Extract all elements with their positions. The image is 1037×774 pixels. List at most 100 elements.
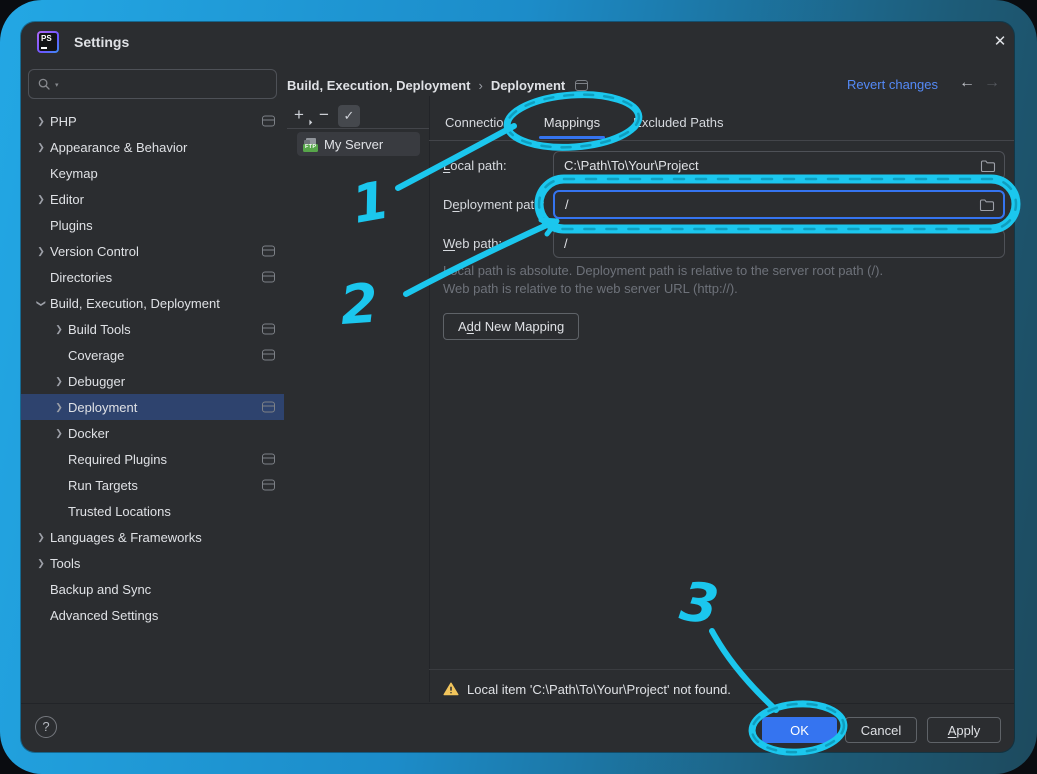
- sidebar-item-label: Advanced Settings: [50, 608, 158, 623]
- sidebar-tree-item[interactable]: ❯ Editor: [21, 186, 284, 212]
- tab-mappings[interactable]: Mappings: [544, 105, 600, 140]
- web-path-label: Web path:: [443, 229, 502, 258]
- sidebar-item-label: Deployment: [68, 400, 137, 415]
- tab-connection[interactable]: Connection: [445, 105, 511, 140]
- sidebar-tree-item[interactable]: Backup and Sync: [21, 576, 284, 602]
- back-arrow-icon[interactable]: ←: [959, 74, 975, 92]
- close-icon[interactable]: ✕: [987, 30, 1013, 54]
- chevron-right-icon[interactable]: ❯: [32, 246, 50, 257]
- sidebar-item-label: Plugins: [50, 218, 93, 233]
- revert-changes-link[interactable]: Revert changes: [847, 77, 938, 92]
- tabrow-separator: [429, 140, 1014, 141]
- local-path-field[interactable]: [553, 151, 1005, 180]
- web-path-input[interactable]: [554, 230, 1004, 257]
- sidebar-item-label: Debugger: [68, 374, 125, 389]
- toolbar-separator: [287, 128, 429, 129]
- sidebar-tree-item[interactable]: ❯ Tools: [21, 550, 284, 576]
- warning-separator: [429, 669, 1014, 670]
- remove-server-button[interactable]: −: [314, 105, 334, 125]
- sidebar-item-label: Run Targets: [68, 478, 138, 493]
- sidebar-item-label: Build, Execution, Deployment: [50, 296, 220, 311]
- sidebar-item-label: Directories: [50, 270, 112, 285]
- screenshot-canvas: PS Settings ✕ ▾ ❯ PHP ❯ Appearance & Beh…: [0, 0, 1037, 774]
- help-icon[interactable]: ?: [35, 716, 57, 738]
- mapping-help-text: Local path is absolute. Deployment path …: [443, 262, 883, 298]
- sidebar-tree-item[interactable]: Directories: [21, 264, 284, 290]
- sidebar-tree-item[interactable]: Run Targets: [21, 472, 284, 498]
- sidebar-tree-item[interactable]: ❯ Languages & Frameworks: [21, 524, 284, 550]
- chevron-right-icon[interactable]: ❯: [32, 116, 50, 127]
- add-new-mapping-button[interactable]: Add New Mapping: [443, 313, 579, 340]
- apply-button[interactable]: Apply: [927, 717, 1001, 743]
- footer-separator: [21, 703, 1014, 704]
- folder-browse-icon[interactable]: [979, 198, 995, 212]
- breadcrumb: Build, Execution, Deployment › Deploymen…: [287, 75, 588, 95]
- screen-icon: [262, 350, 275, 361]
- add-server-button[interactable]: +: [289, 105, 309, 125]
- sidebar-tree-item[interactable]: ❯ Appearance & Behavior: [21, 134, 284, 160]
- settings-dialog: PS Settings ✕ ▾ ❯ PHP ❯ Appearance & Beh…: [21, 22, 1014, 752]
- sidebar-tree-item[interactable]: ❯ Debugger: [21, 368, 284, 394]
- screen-icon: [262, 246, 275, 257]
- local-path-input[interactable]: [554, 152, 1004, 179]
- local-path-label: Local path:: [443, 151, 507, 180]
- sidebar-tree-item[interactable]: ❯ Deployment: [21, 394, 284, 420]
- search-box[interactable]: ▾: [28, 69, 277, 99]
- breadcrumb-separator: ›: [478, 78, 482, 93]
- server-name: My Server: [324, 137, 383, 152]
- sidebar-tree-item[interactable]: ❯ Docker: [21, 420, 284, 446]
- sidebar-tree-item[interactable]: Coverage: [21, 342, 284, 368]
- breadcrumb-item[interactable]: Build, Execution, Deployment: [287, 78, 470, 93]
- warning-icon: [443, 682, 459, 696]
- chevron-right-icon[interactable]: ❯: [50, 376, 68, 387]
- warning-row: Local item 'C:\Path\To\Your\Project' not…: [443, 678, 731, 700]
- cancel-button[interactable]: Cancel: [845, 717, 917, 743]
- chevron-right-icon[interactable]: ❯: [32, 194, 50, 205]
- web-path-field[interactable]: [553, 229, 1005, 258]
- deployment-path-input[interactable]: [555, 192, 1003, 217]
- warning-text: Local item 'C:\Path\To\Your\Project' not…: [467, 682, 731, 697]
- sidebar-tree-item[interactable]: Required Plugins: [21, 446, 284, 472]
- folder-browse-icon[interactable]: [980, 159, 996, 173]
- sidebar-item-label: Languages & Frameworks: [50, 530, 202, 545]
- sidebar-tree-item[interactable]: ❯ PHP: [21, 108, 284, 134]
- forward-arrow-icon: →: [984, 74, 1000, 92]
- sidebar-tree-item[interactable]: ❯ Build Tools: [21, 316, 284, 342]
- deployment-path-label: Deployment path:: [443, 190, 545, 219]
- sidebar-item-label: Required Plugins: [68, 452, 167, 467]
- ok-button[interactable]: OK: [762, 717, 837, 743]
- screen-icon: [262, 402, 275, 413]
- sidebar-item-label: Tools: [50, 556, 80, 571]
- sidebar-tree-item[interactable]: ❯ Build, Execution, Deployment: [21, 290, 284, 316]
- settings-tree: ❯ PHP ❯ Appearance & Behavior Keymap ❯ E…: [21, 108, 284, 628]
- sidebar-item-label: Version Control: [50, 244, 139, 259]
- screen-icon: [262, 324, 275, 335]
- chevron-right-icon[interactable]: ❯: [50, 324, 68, 335]
- sidebar-item-label: PHP: [50, 114, 77, 129]
- screen-icon: [575, 80, 588, 91]
- sidebar-tree-item[interactable]: Trusted Locations: [21, 498, 284, 524]
- search-input[interactable]: [62, 76, 268, 93]
- chevron-down-icon[interactable]: ❯: [36, 294, 47, 312]
- chevron-right-icon[interactable]: ❯: [32, 142, 50, 153]
- chevron-right-icon[interactable]: ❯: [50, 402, 68, 413]
- chevron-right-icon[interactable]: ❯: [32, 558, 50, 569]
- sidebar-item-label: Coverage: [68, 348, 124, 363]
- sidebar-tree-item[interactable]: Advanced Settings: [21, 602, 284, 628]
- use-as-default-toggle[interactable]: ✓: [338, 105, 360, 127]
- chevron-right-icon[interactable]: ❯: [32, 532, 50, 543]
- sidebar-item-label: Docker: [68, 426, 109, 441]
- screen-icon: [262, 116, 275, 127]
- tab-excluded-paths[interactable]: Excluded Paths: [633, 105, 723, 140]
- chevron-right-icon[interactable]: ❯: [50, 428, 68, 439]
- phpstorm-logo: PS: [37, 31, 59, 53]
- sidebar-item-label: Appearance & Behavior: [50, 140, 187, 155]
- screen-icon: [262, 272, 275, 283]
- sidebar-tree-item[interactable]: Keymap: [21, 160, 284, 186]
- sidebar-tree-item[interactable]: Plugins: [21, 212, 284, 238]
- breadcrumb-item[interactable]: Deployment: [491, 78, 565, 93]
- sidebar-tree-item[interactable]: ❯ Version Control: [21, 238, 284, 264]
- server-list-item[interactable]: FTP My Server: [297, 132, 420, 156]
- sidebar-item-label: Trusted Locations: [68, 504, 171, 519]
- deployment-path-field[interactable]: [553, 190, 1005, 219]
